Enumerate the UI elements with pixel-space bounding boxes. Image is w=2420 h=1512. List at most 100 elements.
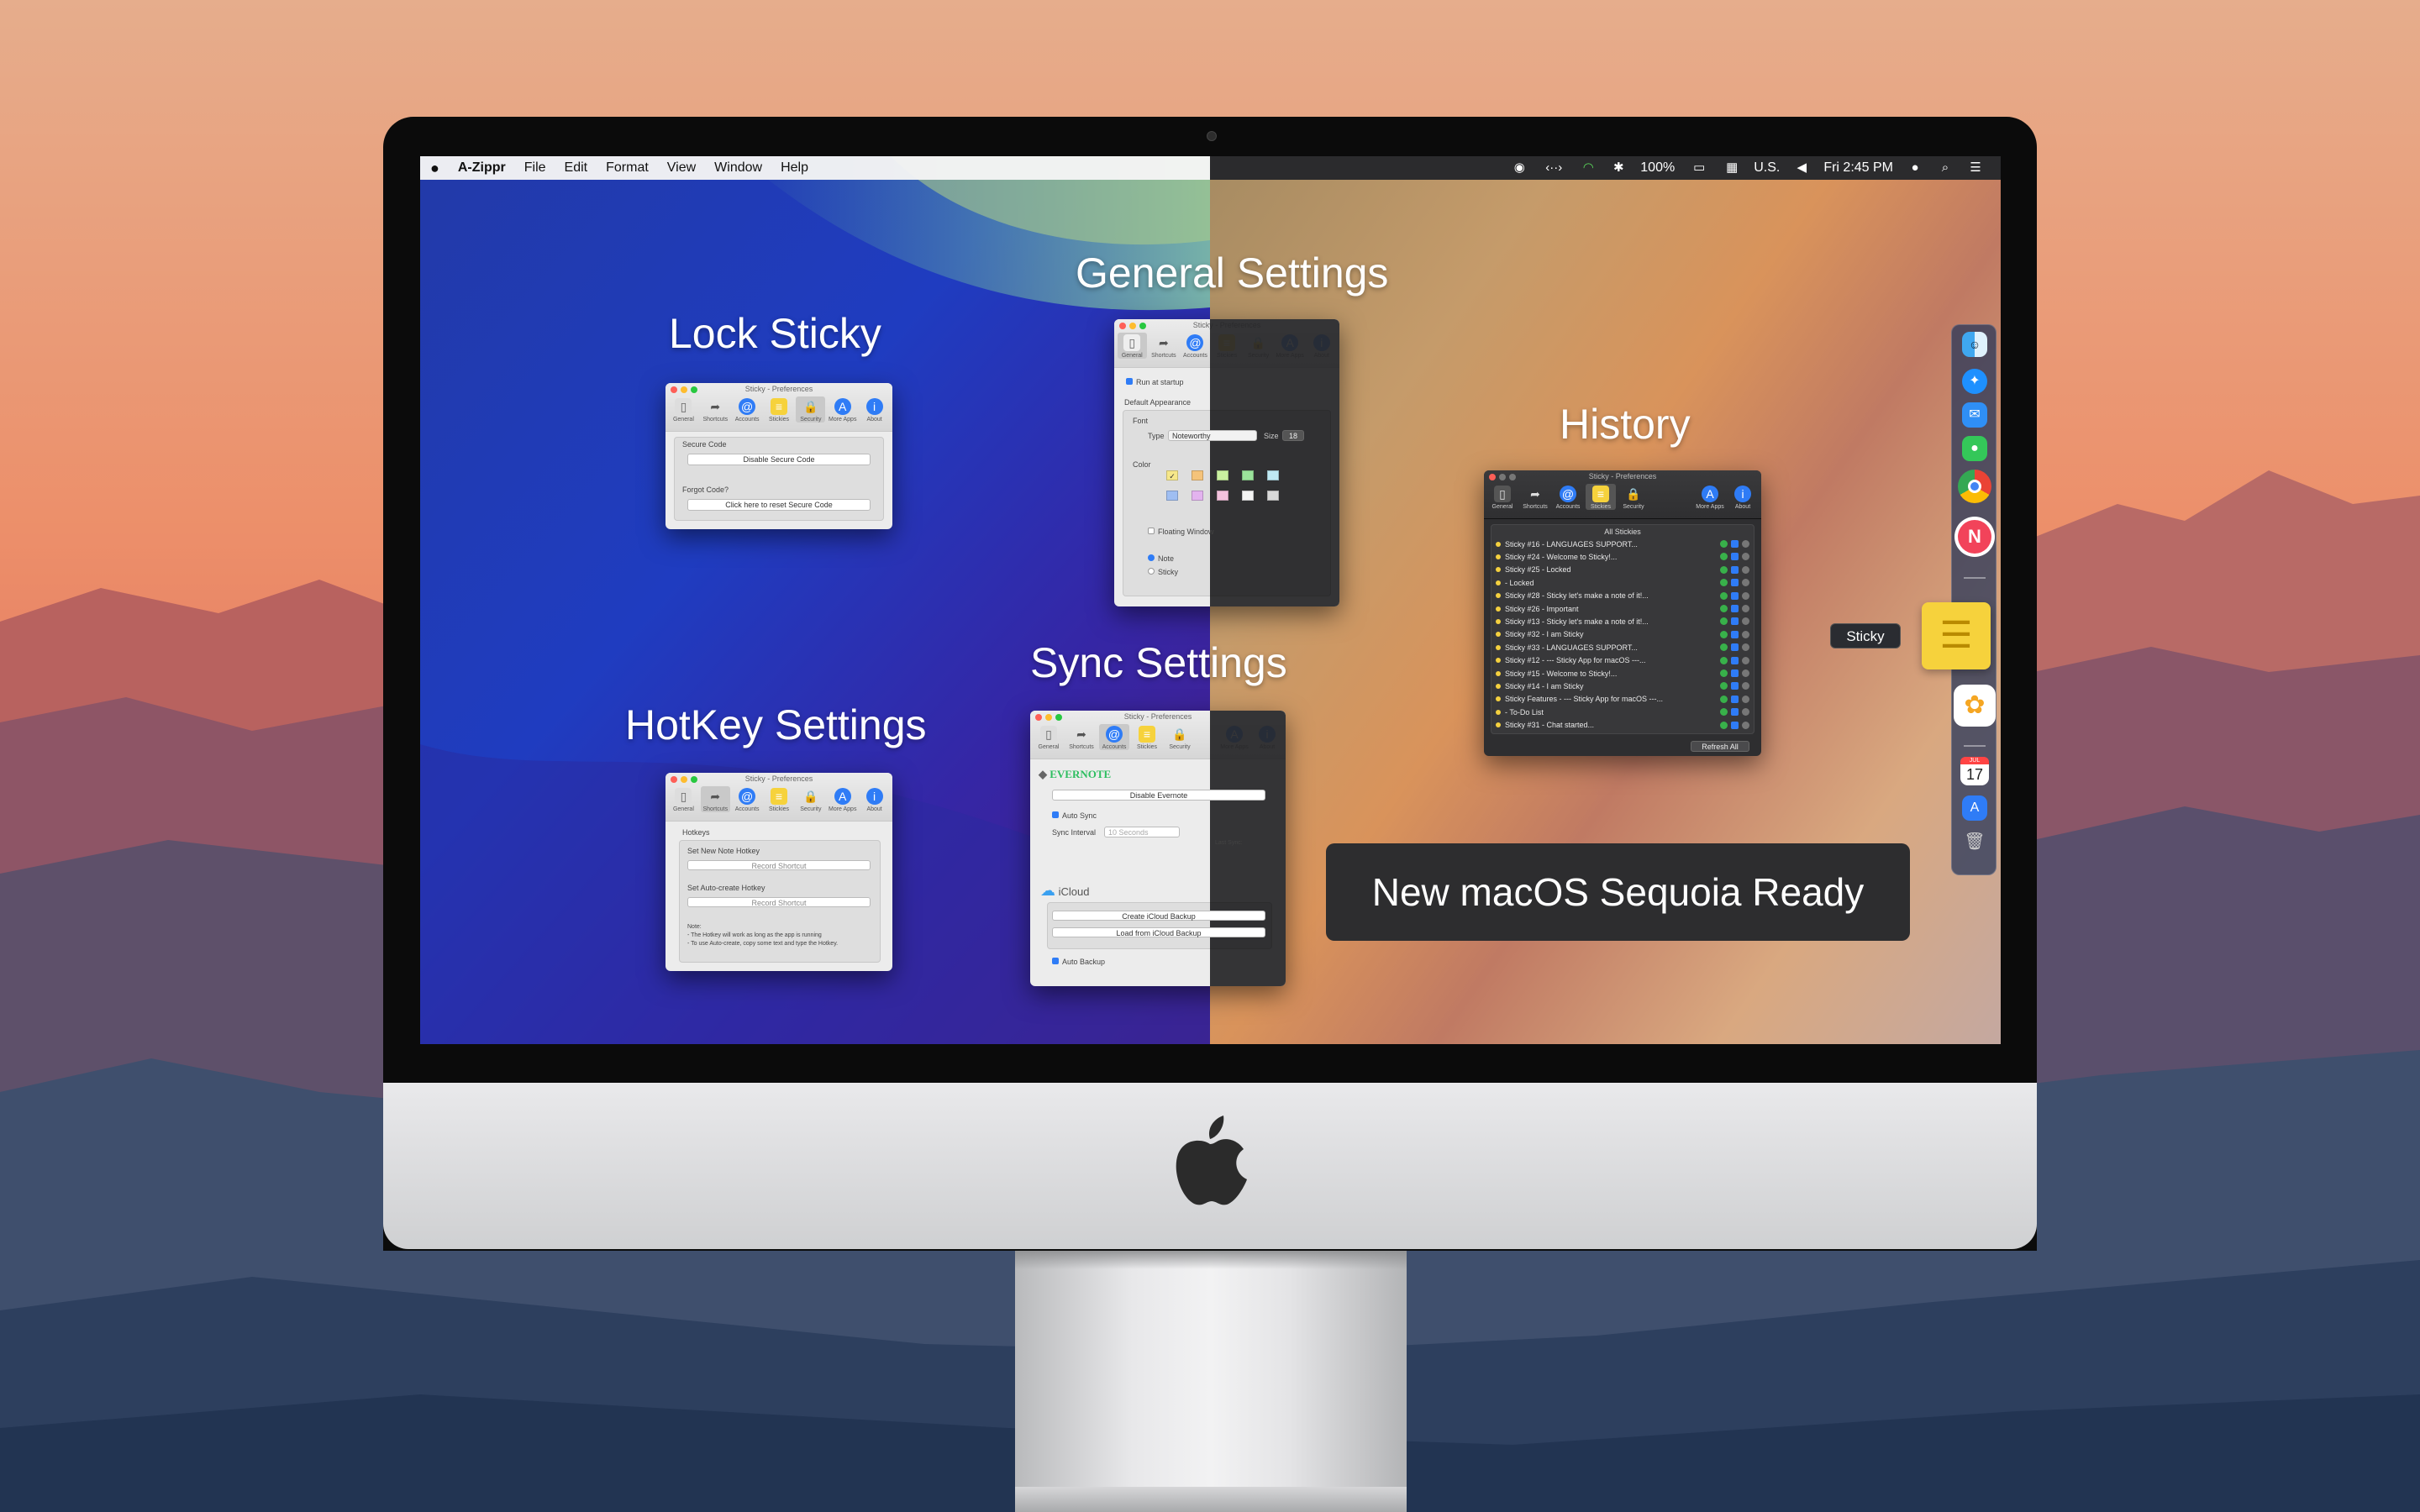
font-size-stepper[interactable]: 18 xyxy=(1282,430,1304,441)
tab-security[interactable]: 🔒 Security xyxy=(1618,484,1649,510)
menu-format[interactable]: Format xyxy=(606,160,649,176)
create-icloud-backup-button[interactable]: Create iCloud Backup xyxy=(1052,911,1265,921)
tab-accounts[interactable]: @ Accounts xyxy=(733,786,762,812)
sticky-history-row[interactable]: Sticky #26 - Important xyxy=(1496,602,1749,615)
tab-stickies[interactable]: ≡Stickies xyxy=(1132,724,1162,750)
tab-accounts[interactable]: @ Accounts xyxy=(1099,724,1129,750)
tab-shortcuts[interactable]: ➦ Shortcuts xyxy=(1066,724,1097,750)
tab-accounts[interactable]: @ Accounts xyxy=(1181,333,1210,359)
sticky-app-icon[interactable]: ☰ xyxy=(1922,602,1991,669)
tab-accounts[interactable]: @ Accounts xyxy=(1553,484,1583,510)
battery-percent[interactable]: 100% xyxy=(1640,160,1675,176)
delete-icon[interactable] xyxy=(1742,605,1749,612)
sticky-history-row[interactable]: Sticky #14 - I am Sticky xyxy=(1496,680,1749,692)
delete-icon[interactable] xyxy=(1742,695,1749,703)
visible-checkbox[interactable] xyxy=(1731,708,1739,717)
sticky-history-row[interactable]: Sticky #32 - I am Sticky xyxy=(1496,628,1749,641)
visible-checkbox[interactable] xyxy=(1731,721,1739,729)
sticky-history-row[interactable]: Sticky #25 - Locked xyxy=(1496,564,1749,576)
delete-icon[interactable] xyxy=(1742,553,1749,561)
tab-security[interactable]: 🔒 Security xyxy=(796,786,825,812)
visible-checkbox[interactable] xyxy=(1731,565,1739,574)
sticky-history-row[interactable]: Sticky Features - --- Sticky App for mac… xyxy=(1496,693,1749,706)
tab-general[interactable]: ▯ General xyxy=(669,786,698,812)
record-new-note-shortcut[interactable]: Record Shortcut xyxy=(687,860,871,870)
tab-shortcuts[interactable]: ➦ Shortcuts xyxy=(1520,484,1550,510)
sticky-history-row[interactable]: Sticky #28 - Sticky let's make a note of… xyxy=(1496,590,1749,602)
delete-icon[interactable] xyxy=(1742,540,1749,548)
delete-icon[interactable] xyxy=(1742,579,1749,587)
delete-icon[interactable] xyxy=(1742,591,1749,600)
tab-about[interactable]: iAbout xyxy=(860,786,889,812)
tab-shortcuts[interactable]: ➦ Shortcuts xyxy=(701,396,730,423)
sticky-radio[interactable]: Sticky xyxy=(1148,568,1178,576)
sticky-history-row[interactable]: Sticky #33 - LANGUAGES SUPPORT... xyxy=(1496,641,1749,654)
menu-window[interactable]: Window xyxy=(714,160,762,176)
menu-file[interactable]: File xyxy=(524,160,546,176)
sticky-history-row[interactable]: Sticky #15 - Welcome to Sticky!... xyxy=(1496,667,1749,680)
visible-checkbox[interactable] xyxy=(1731,656,1739,664)
tab-more-apps[interactable]: AMore Apps xyxy=(828,786,857,812)
messages-icon[interactable]: ● xyxy=(1962,436,1987,461)
delete-icon[interactable] xyxy=(1742,708,1749,717)
visible-checkbox[interactable] xyxy=(1731,553,1739,561)
font-type-select[interactable]: Noteworthy xyxy=(1168,430,1257,441)
tab-accounts[interactable]: @ Accounts xyxy=(733,396,762,423)
sticky-history-row[interactable]: Sticky #13 - Sticky let's make a note of… xyxy=(1496,615,1749,627)
photos-icon[interactable]: ✿ xyxy=(1954,685,1996,727)
menu-help[interactable]: Help xyxy=(781,160,808,176)
tab-general[interactable]: ▯ General xyxy=(1118,333,1147,359)
us-flag-icon[interactable]: ▦ xyxy=(1723,160,1740,176)
color-swatch[interactable] xyxy=(1192,491,1203,501)
tab-shortcuts[interactable]: ➦ Shortcuts xyxy=(700,786,730,812)
sticky-history-row[interactable]: Sticky #24 - Welcome to Sticky!... xyxy=(1496,550,1749,563)
control-center-icon[interactable]: ☰ xyxy=(1967,160,1984,176)
calendar-icon[interactable]: JUL 17 xyxy=(1960,757,1989,785)
delete-icon[interactable] xyxy=(1742,669,1749,677)
auto-backup-checkbox[interactable]: Auto Backup xyxy=(1052,958,1105,966)
sticky-history-row[interactable]: Sticky #16 - LANGUAGES SUPPORT... xyxy=(1496,538,1749,550)
color-swatch[interactable] xyxy=(1242,470,1254,480)
volume-icon[interactable]: ◀ xyxy=(1793,160,1810,176)
sticky-history-row[interactable]: Sticky #12 - --- Sticky App for macOS --… xyxy=(1496,654,1749,667)
app-store-dock-icon[interactable]: A xyxy=(1962,795,1987,821)
tab-stickies[interactable]: ≡Stickies xyxy=(1586,484,1616,510)
visible-checkbox[interactable] xyxy=(1731,617,1739,626)
color-swatch[interactable]: ✓ xyxy=(1166,470,1178,480)
reset-secure-code-button[interactable]: Click here to reset Secure Code xyxy=(687,499,871,511)
sync-interval-select[interactable]: 10 Seconds xyxy=(1104,827,1180,837)
safari-icon[interactable]: ✦ xyxy=(1962,369,1987,394)
sticky-status-icon[interactable]: ◉ xyxy=(1511,160,1528,176)
tab-about[interactable]: iAbout xyxy=(1728,484,1758,510)
tab-general[interactable]: ▯ General xyxy=(1034,724,1064,750)
user-icon[interactable]: ● xyxy=(1907,160,1923,176)
sticky-history-row[interactable]: - To-Do List xyxy=(1496,706,1749,718)
menu-view[interactable]: View xyxy=(667,160,696,176)
battery-icon[interactable]: ▭ xyxy=(1688,160,1710,176)
load-icloud-backup-button[interactable]: Load from iCloud Backup xyxy=(1052,927,1265,937)
app-menu[interactable]: A-Zippr xyxy=(458,160,506,176)
tab-security[interactable]: 🔒 Security xyxy=(1165,724,1195,750)
note-radio[interactable]: Note xyxy=(1148,554,1174,563)
visible-checkbox[interactable] xyxy=(1731,669,1739,677)
color-swatch[interactable] xyxy=(1217,491,1228,501)
finder-icon[interactable]: ☺ xyxy=(1962,332,1987,357)
disable-evernote-button[interactable]: Disable Evernote xyxy=(1052,790,1265,801)
visible-checkbox[interactable] xyxy=(1731,540,1739,548)
tab-general[interactable]: ▯ General xyxy=(669,396,698,423)
trash-icon[interactable]: 🗑 xyxy=(1962,829,1987,854)
tab-more-apps[interactable]: AMore Apps xyxy=(1695,484,1725,510)
tab-more-apps[interactable]: AMore Apps xyxy=(828,396,857,423)
delete-icon[interactable] xyxy=(1742,617,1749,626)
bluetooth-icon[interactable]: ✱ xyxy=(1610,160,1627,176)
refresh-all-button[interactable]: Refresh All xyxy=(1691,741,1749,752)
menu-edit[interactable]: Edit xyxy=(565,160,588,176)
color-swatch[interactable] xyxy=(1192,470,1203,480)
delete-icon[interactable] xyxy=(1742,721,1749,729)
code-status-icon[interactable]: ‹··› xyxy=(1541,160,1566,176)
clock[interactable]: Fri 2:45 PM xyxy=(1823,160,1893,176)
color-swatch[interactable] xyxy=(1166,491,1178,501)
tab-general[interactable]: ▯ General xyxy=(1487,484,1518,510)
color-swatch[interactable] xyxy=(1242,491,1254,501)
visible-checkbox[interactable] xyxy=(1731,591,1739,600)
